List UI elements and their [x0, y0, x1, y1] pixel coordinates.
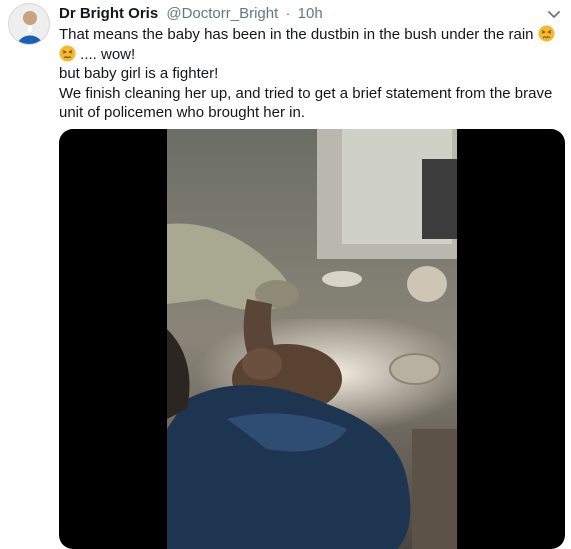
tweet-video[interactable]: [59, 129, 565, 549]
tweet-text-line-1-content: That means the baby has been in the dust…: [59, 26, 534, 43]
tweet-text-line-4: We finish cleaning her up, and tried to …: [59, 84, 553, 122]
tweet[interactable]: Dr Bright Oris @Doctorr_Bright · 10h Tha…: [0, 0, 571, 549]
tweet-header: Dr Bright Oris @Doctorr_Bright · 10h: [59, 4, 323, 24]
header-separator: ·: [285, 5, 291, 22]
persevering-face-emoji-icon: [538, 25, 555, 42]
author-handle[interactable]: @Doctorr_Bright: [166, 5, 278, 22]
profile-photo-icon: [9, 4, 49, 44]
chevron-down-icon[interactable]: [546, 6, 562, 22]
tweet-text: That means the baby has been in the dust…: [59, 25, 559, 123]
tweet-text-line-1: That means the baby has been in the dust…: [59, 25, 559, 45]
tweet-text-line-2: .... wow!: [59, 44, 559, 65]
persevering-face-emoji-icon: [59, 44, 76, 62]
author-display-name[interactable]: Dr Bright Oris: [59, 5, 158, 22]
tweet-timestamp[interactable]: 10h: [298, 5, 323, 22]
video-frame: [167, 129, 457, 549]
avatar[interactable]: [8, 3, 50, 45]
tweet-text-line-3: but baby girl is a fighter!: [59, 65, 219, 82]
tweet-text-line-2-content: .... wow!: [80, 45, 136, 63]
